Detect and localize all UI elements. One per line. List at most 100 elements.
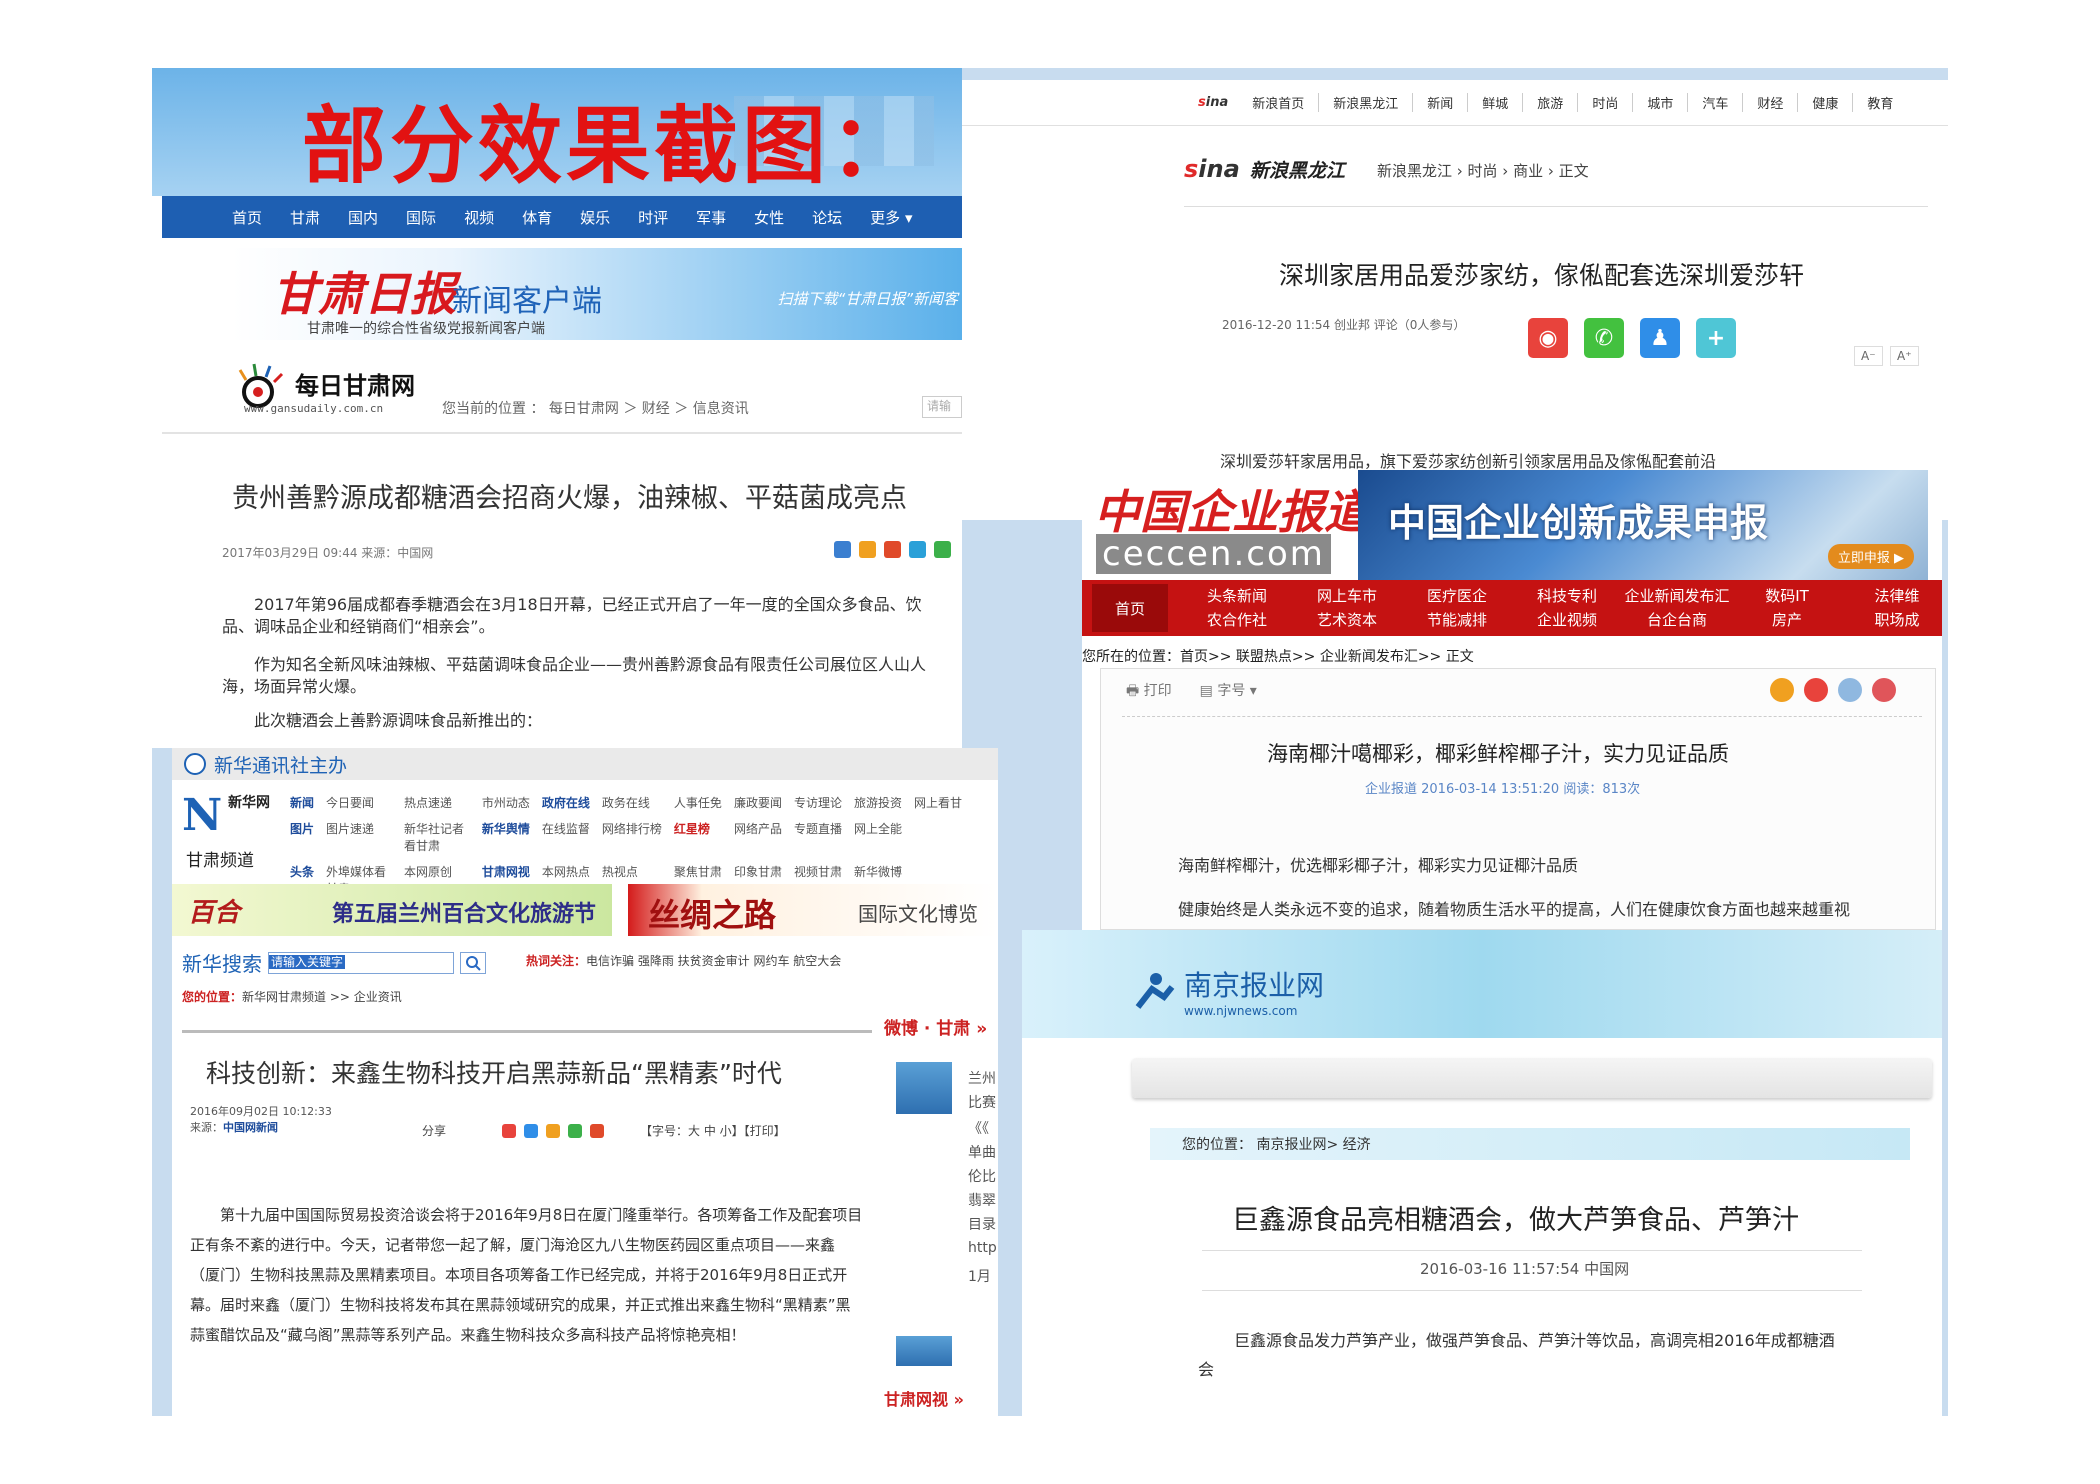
wechat-icon[interactable] [934, 541, 951, 558]
wechat-share-icon[interactable]: ✆ [1584, 318, 1624, 358]
star-icon[interactable] [859, 541, 876, 558]
nav-item[interactable]: 财经 [1743, 93, 1799, 112]
nav-item[interactable]: 农合作社 [1182, 608, 1292, 632]
side-snippet[interactable]: 1月 [968, 1266, 991, 1286]
pos-path[interactable]: 新华网甘肃频道 >> 企业资讯 [242, 990, 402, 1004]
side-thumbnail[interactable] [896, 1336, 952, 1366]
nav-link[interactable]: 在线监督 [542, 820, 590, 854]
nav-item[interactable]: 医疗医企 [1402, 584, 1512, 608]
weibo-icon[interactable] [502, 1123, 517, 1138]
nav-item[interactable]: 法律维 [1842, 584, 1942, 608]
nav-link[interactable]: 网上全能 [854, 820, 902, 854]
lily-festival-banner[interactable]: 百合 第五届兰州百合文化旅游节 [172, 884, 612, 936]
sina-brand[interactable]: sina 新浪黑龙江 [1184, 155, 1345, 183]
gansudaily-logo[interactable]: 每日甘肃网 www.gansudaily.com.cn [230, 360, 430, 420]
nav-item[interactable]: 艺术资本 [1292, 608, 1402, 632]
nav-item[interactable]: 企业新闻发布汇 [1622, 584, 1732, 608]
nav-link[interactable]: 红星榜 [674, 820, 722, 854]
nav-link[interactable]: 市州动态 [482, 794, 530, 811]
qq-icon[interactable] [909, 541, 926, 558]
nav-item[interactable]: 数码IT [1732, 584, 1842, 608]
search-button[interactable] [460, 951, 486, 974]
side-snippet[interactable]: 兰州 [968, 1068, 996, 1088]
weibo-gansu-header[interactable]: 微博 · 甘肃 » [884, 1014, 987, 1039]
side-thumbnail[interactable] [896, 1062, 952, 1114]
nav-item[interactable]: 汽车 [1688, 93, 1744, 112]
nav-link[interactable]: 今日要闻 [326, 794, 392, 811]
nav-item[interactable]: 体育 [522, 207, 552, 228]
nav-link[interactable]: 专题直播 [794, 820, 842, 854]
nav-item[interactable]: 国际 [406, 207, 436, 228]
nav-link[interactable]: 新华社记者看甘肃 [404, 820, 470, 854]
side-snippet[interactable]: 单曲 [968, 1142, 996, 1162]
favorite-icon[interactable] [1872, 678, 1896, 702]
nav-more[interactable]: 更多 ▾ [870, 207, 912, 228]
nav-item[interactable]: 头条新闻 [1182, 584, 1292, 608]
ceccen-logo[interactable]: 中国企业报道 [1094, 476, 1370, 542]
gansu-tv-header[interactable]: 甘肃网视 » [884, 1386, 964, 1410]
nav-link[interactable]: 专访理论 [794, 794, 842, 811]
nav-item[interactable]: 新闻 [1413, 93, 1469, 112]
nav-item[interactable]: 城市 [1633, 93, 1689, 112]
njw-logo[interactable]: 南京报业网 www.njwnews.com [1132, 964, 1324, 1018]
side-snippet[interactable]: http [968, 1240, 997, 1256]
qq-icon[interactable] [524, 1123, 539, 1138]
nav-item[interactable]: 房产 [1732, 608, 1842, 632]
xinhua-logo[interactable]: N 新华网 [182, 790, 272, 850]
nav-item[interactable]: 国内 [348, 207, 378, 228]
side-snippet[interactable]: 翡翠 [968, 1190, 996, 1210]
nav-item[interactable]: 新浪黑龙江 [1319, 93, 1414, 112]
nav-item[interactable]: 职场成 [1842, 608, 1942, 632]
nav-item[interactable]: 企业视频 [1512, 608, 1622, 632]
qq-share-icon[interactable]: ♟ [1640, 318, 1680, 358]
nav-item[interactable]: 节能减排 [1402, 608, 1512, 632]
nav-item[interactable]: 科技专利 [1512, 584, 1622, 608]
side-snippet[interactable]: 伦比 [968, 1166, 996, 1186]
add-share-icon[interactable] [834, 541, 851, 558]
font-larger-button[interactable]: A⁺ [1890, 346, 1919, 366]
nav-item[interactable]: 娱乐 [580, 207, 610, 228]
search-input[interactable]: 请输入关键字 [268, 951, 454, 974]
nav-link[interactable]: 人事任免 [674, 794, 722, 811]
wechat-icon[interactable] [568, 1123, 583, 1138]
nav-item[interactable]: 教育 [1853, 93, 1907, 112]
nav-link[interactable]: 新闻 [290, 794, 314, 811]
weibo-icon[interactable] [884, 541, 901, 558]
nav-item[interactable]: 女性 [754, 207, 784, 228]
silkroad-banner[interactable]: 丝绸之路 国际文化博览 [628, 884, 998, 936]
side-snippet[interactable]: 《《 [968, 1118, 989, 1138]
gansu-app-banner[interactable]: 甘肃日报 新闻客户端 甘肃唯一的综合性省级党报新闻客户端 扫描下载“甘肃日报”新… [232, 248, 962, 340]
sina-logo[interactable]: sina [1184, 95, 1238, 110]
nav-item[interactable]: 甘肃 [290, 207, 320, 228]
nav-item[interactable]: 网上车市 [1292, 584, 1402, 608]
side-snippet[interactable]: 比赛 [968, 1092, 996, 1112]
nav-item[interactable]: 时评 [638, 207, 668, 228]
nav-link[interactable]: 网络产品 [734, 820, 782, 854]
nav-link[interactable]: 新华舆情 [482, 820, 530, 854]
nav-link[interactable]: 政务在线 [602, 794, 662, 811]
nav-item[interactable]: 论坛 [812, 207, 842, 228]
nav-item[interactable]: 新浪首页 [1238, 93, 1320, 112]
nav-item[interactable]: 军事 [696, 207, 726, 228]
star-icon[interactable] [546, 1123, 561, 1138]
fontsize-button[interactable]: ▤ 字号 ▾ [1200, 680, 1257, 704]
renren-icon[interactable] [590, 1123, 605, 1138]
nav-link[interactable]: 政府在线 [542, 794, 590, 811]
home-tab[interactable]: 首页 [1092, 584, 1168, 632]
nav-link[interactable]: 旅游投资 [854, 794, 902, 811]
innovation-banner[interactable]: 中国企业创新成果申报 立即申报 ▶ [1358, 470, 1928, 580]
side-snippet[interactable]: 目录 [968, 1214, 996, 1234]
nav-item[interactable]: 时尚 [1578, 93, 1634, 112]
nav-link[interactable]: 图片 [290, 820, 314, 854]
print-button[interactable]: 🖶 打印 [1126, 680, 1172, 704]
home-icon[interactable] [1804, 678, 1828, 702]
hot-list[interactable]: 电信诈骗 强降雨 扶贫资金审计 网约车 航空大会 [586, 954, 841, 968]
nav-item[interactable]: 鲜城 [1468, 93, 1524, 112]
nav-link[interactable]: 热点速递 [404, 794, 470, 811]
font-controls[interactable]: 【字号：大 中 小】【打印】 [640, 1122, 786, 1139]
apply-button[interactable]: 立即申报 ▶ [1827, 544, 1914, 569]
add-share-icon[interactable]: + [1696, 318, 1736, 358]
rss-icon[interactable] [1770, 678, 1794, 702]
nav-item[interactable]: 视频 [464, 207, 494, 228]
nav-item[interactable]: 健康 [1798, 93, 1854, 112]
